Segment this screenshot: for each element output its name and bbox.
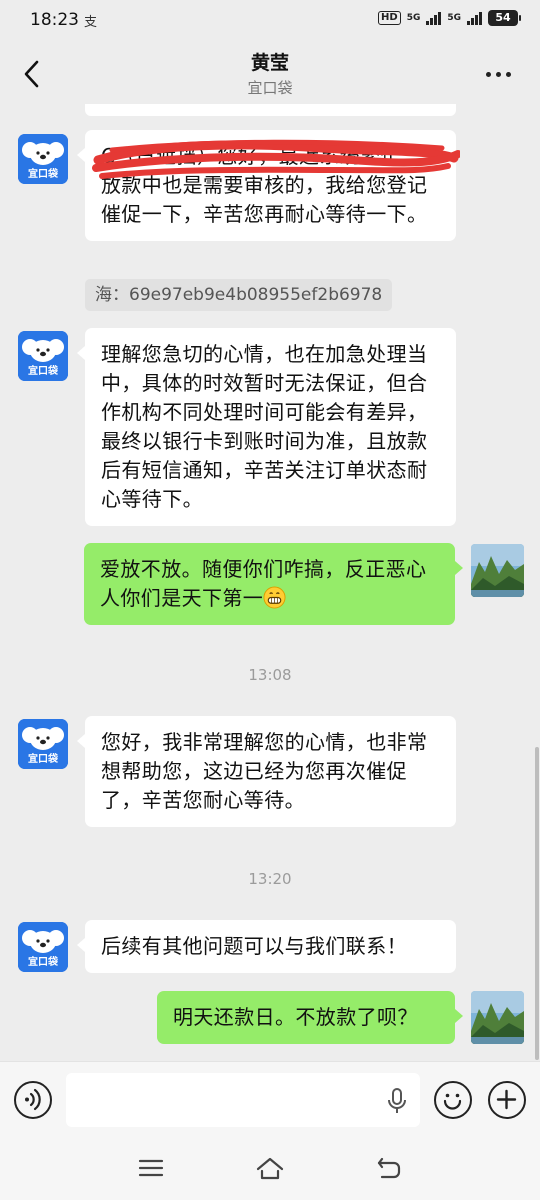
more-dot-icon bbox=[496, 71, 501, 77]
hd-voice-icon: HD bbox=[378, 11, 401, 25]
more-actions-button[interactable] bbox=[488, 1081, 526, 1119]
emoji-button[interactable] bbox=[434, 1081, 472, 1119]
agent-avatar[interactable]: 宜口袋 bbox=[18, 134, 68, 184]
voice-wave-icon bbox=[25, 1088, 41, 1111]
koala-logo-icon: 宜口袋 bbox=[18, 922, 68, 972]
message-bubble[interactable]: C（已遮挡）您好，最近系统繁忙，放款中也是需要审核的，我给您登记催促一下，辛苦您… bbox=[77, 130, 456, 241]
message-bubble[interactable]: 理解您急切的心情，也在加急处理当中，具体的时效暂时无法保证，但合作机构不同处理时… bbox=[77, 328, 456, 526]
svg-text:宜口袋: 宜口袋 bbox=[28, 955, 59, 968]
chat-scrollbar[interactable] bbox=[535, 747, 539, 1060]
grinning-face-icon bbox=[263, 586, 286, 609]
message-bubble[interactable]: 您好，我非常理解您的心情，也非常想帮助您，这边已经为您再次催促了，辛苦您耐心等待… bbox=[77, 716, 456, 827]
user-avatar[interactable] bbox=[471, 544, 524, 597]
home-icon bbox=[256, 1157, 284, 1180]
system-back-button[interactable] bbox=[374, 1153, 404, 1183]
agent-avatar[interactable]: 宜口袋 bbox=[18, 922, 68, 972]
user-avatar[interactable] bbox=[471, 991, 524, 1044]
status-time: 18:23 bbox=[30, 10, 79, 30]
chat-title: 黄莹 bbox=[250, 52, 289, 74]
message-bubble-outgoing[interactable]: 明天还款日。不放款了呗？ bbox=[157, 991, 463, 1044]
signal-icon-2 bbox=[467, 11, 482, 25]
timestamp: 13:20 bbox=[248, 870, 292, 888]
reference-code[interactable]: 海：69e97eb9e4b08955ef2b6978 bbox=[85, 279, 393, 311]
timestamp: 13:08 bbox=[248, 666, 292, 684]
status-right-group: HD 5G 5G 54 bbox=[378, 10, 521, 26]
chat-subtitle: 宜口袋 bbox=[247, 79, 293, 97]
message-bubble-outgoing[interactable]: 爱放不放。随便你们咋搞，反正恶心人你们是天下第一 bbox=[84, 543, 463, 625]
alipay-indicator-icon: 支 bbox=[84, 15, 98, 30]
battery-icon: 54 bbox=[488, 10, 521, 26]
landscape-photo-icon bbox=[471, 544, 524, 597]
input-bar bbox=[0, 1061, 540, 1137]
status-bar: 18:23 支 HD 5G 5G 54 bbox=[0, 0, 540, 40]
network-type-1: 5G bbox=[406, 12, 421, 23]
message-bubble[interactable]: 后续有其他问题可以与我们联系！ bbox=[77, 920, 456, 973]
svg-text:宜口袋: 宜口袋 bbox=[28, 752, 59, 765]
microphone-icon[interactable] bbox=[386, 1086, 408, 1116]
more-options-button[interactable] bbox=[486, 64, 516, 84]
message-input[interactable] bbox=[66, 1073, 420, 1127]
more-dot-icon bbox=[486, 71, 491, 77]
koala-logo-icon: 宜口袋 bbox=[18, 134, 68, 184]
agent-avatar[interactable]: 宜口袋 bbox=[18, 719, 68, 769]
menu-icon bbox=[138, 1159, 164, 1177]
svg-text:宜口袋: 宜口袋 bbox=[28, 364, 59, 377]
recent-apps-button[interactable] bbox=[136, 1153, 166, 1183]
previous-message-fragment bbox=[85, 104, 456, 116]
koala-logo-icon: 宜口袋 bbox=[18, 331, 68, 381]
network-type-2: 5G bbox=[447, 12, 461, 23]
landscape-photo-icon bbox=[471, 991, 524, 1044]
return-arrow-icon bbox=[377, 1157, 401, 1179]
more-dot-icon bbox=[506, 71, 511, 77]
voice-mode-button[interactable] bbox=[14, 1081, 52, 1119]
plus-icon bbox=[496, 1089, 517, 1110]
koala-logo-icon: 宜口袋 bbox=[18, 719, 68, 769]
signal-icon-1 bbox=[426, 11, 442, 25]
system-nav-bar bbox=[0, 1137, 540, 1200]
home-button[interactable] bbox=[255, 1153, 285, 1183]
agent-avatar[interactable]: 宜口袋 bbox=[18, 331, 68, 381]
chat-header: 黄莹 宜口袋 bbox=[0, 40, 540, 108]
svg-text:宜口袋: 宜口袋 bbox=[28, 167, 59, 180]
smiley-icon bbox=[443, 1093, 462, 1110]
